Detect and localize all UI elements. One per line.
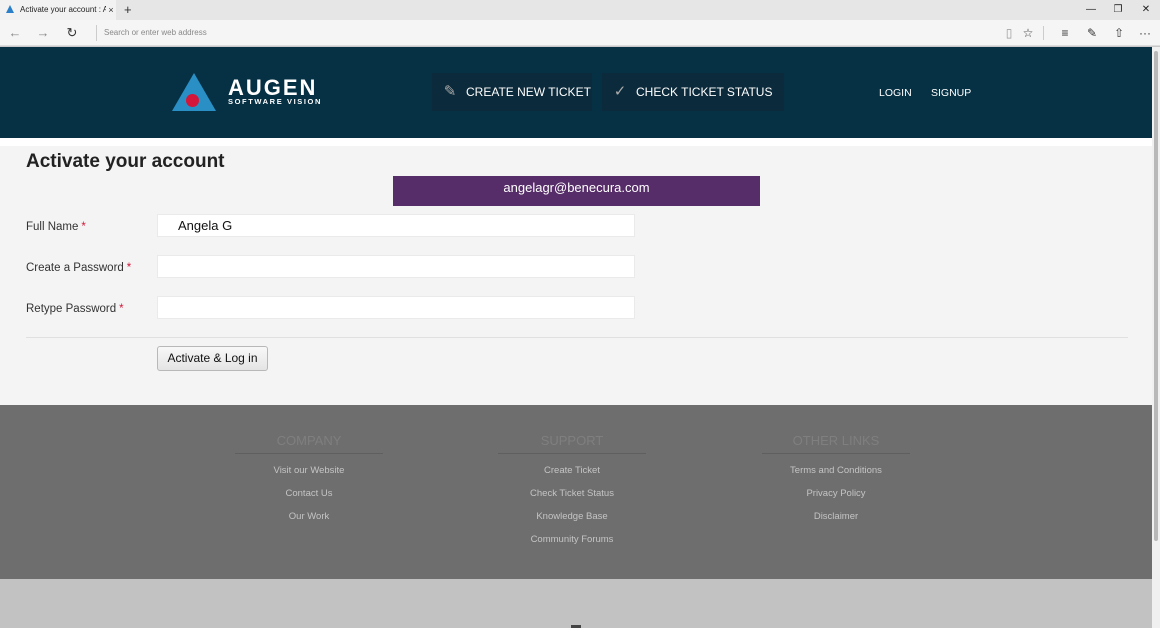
activate-login-button[interactable]: Activate & Log in	[157, 346, 268, 371]
required-mark: *	[126, 262, 132, 274]
pencil-icon: ✎	[443, 83, 457, 100]
footer-column-title: SUPPORT	[498, 433, 646, 454]
retype-password-input[interactable]	[157, 296, 635, 319]
required-mark: *	[119, 303, 124, 315]
share-icon[interactable]: ⇧	[1108, 20, 1130, 46]
footer-link[interactable]: Check Ticket Status	[498, 488, 646, 500]
retype-password-label-text: Retype Password	[26, 303, 117, 315]
create-password-input[interactable]	[157, 255, 635, 278]
footer-column-other-links: OTHER LINKS Terms and Conditions Privacy…	[762, 433, 910, 523]
forward-icon[interactable]: →	[30, 20, 56, 46]
footer-link[interactable]: Contact Us	[235, 488, 383, 500]
create-password-label-text: Create a Password	[26, 262, 124, 274]
close-window-icon[interactable]: ✕	[1132, 0, 1160, 20]
footer-link[interactable]: Terms and Conditions	[762, 465, 910, 477]
favorite-star-icon[interactable]: ☆	[1017, 20, 1039, 46]
email-banner: angelagr@benecura.com	[393, 176, 760, 206]
footer-link[interactable]: Privacy Policy	[762, 488, 910, 500]
address-separator	[96, 25, 97, 41]
page-bottom-area	[0, 579, 1152, 628]
page-title: Activate your account	[26, 151, 225, 172]
logo-dot-icon	[186, 94, 199, 107]
footer-link[interactable]: Disclaimer	[762, 511, 910, 523]
address-input[interactable]: Search or enter web address	[104, 26, 207, 40]
full-name-input[interactable]: Angela G	[157, 214, 635, 237]
create-ticket-label: CREATE NEW TICKET	[466, 85, 591, 99]
footer-column-company: COMPANY Visit our Website Contact Us Our…	[235, 433, 383, 523]
retype-password-label: Retype Password *	[26, 302, 124, 316]
create-password-label: Create a Password *	[26, 261, 131, 275]
footer-link[interactable]: Create Ticket	[498, 465, 646, 477]
footer-column-title: OTHER LINKS	[762, 433, 910, 454]
check-icon: ✓	[613, 83, 627, 100]
new-tab-icon[interactable]: +	[124, 0, 132, 19]
create-ticket-button[interactable]: ✎ CREATE NEW TICKET	[432, 73, 592, 111]
hub-icon[interactable]: ≡	[1054, 20, 1076, 46]
logo-tagline: SOFTWARE VISION	[228, 97, 323, 106]
restore-icon[interactable]: ❐	[1104, 0, 1132, 20]
footer-link[interactable]: Knowledge Base	[498, 511, 646, 523]
login-link[interactable]: LOGIN	[879, 87, 912, 99]
tab-title: Activate your account : A	[20, 5, 109, 14]
scrollbar-thumb[interactable]	[1154, 51, 1158, 541]
browser-tab-bar: Activate your account : A × + — ❐ ✕	[0, 0, 1160, 20]
footer-column-title: COMPANY	[235, 433, 383, 454]
full-name-label: Full Name *	[26, 220, 86, 234]
header-strip	[0, 138, 1152, 146]
toolbar-separator	[1043, 26, 1044, 40]
logo-wordmark: AUGEN	[228, 75, 318, 100]
back-icon[interactable]: ←	[2, 20, 28, 46]
page-scrollbar[interactable]	[1152, 47, 1160, 628]
site-header: AUGEN SOFTWARE VISION ✎ CREATE NEW TICKE…	[0, 47, 1152, 138]
signup-link[interactable]: SIGNUP	[931, 87, 971, 99]
refresh-icon[interactable]: ↻	[59, 20, 85, 46]
tab-close-icon[interactable]: ×	[106, 0, 116, 20]
address-bar: ← → ↻ Search or enter web address ▯ ☆ ≡ …	[0, 20, 1160, 46]
check-ticket-status-button[interactable]: ✓ CHECK TICKET STATUS	[602, 73, 784, 111]
footer-link[interactable]: Visit our Website	[235, 465, 383, 477]
full-name-label-text: Full Name	[26, 221, 79, 233]
minimize-icon[interactable]: —	[1077, 0, 1105, 20]
browser-tab[interactable]: Activate your account : A	[0, 0, 116, 20]
activation-form: Activate your account angelagr@benecura.…	[0, 146, 1152, 405]
web-note-icon[interactable]: ✎	[1081, 20, 1103, 46]
footer-column-support: SUPPORT Create Ticket Check Ticket Statu…	[498, 433, 646, 546]
site-footer: COMPANY Visit our Website Contact Us Our…	[0, 405, 1152, 579]
footer-link[interactable]: Community Forums	[498, 534, 646, 546]
form-divider	[26, 337, 1128, 338]
more-icon[interactable]: ···	[1134, 20, 1156, 46]
site-favicon-icon	[6, 5, 14, 13]
required-mark: *	[81, 221, 86, 233]
footer-link[interactable]: Our Work	[235, 511, 383, 523]
check-status-label: CHECK TICKET STATUS	[636, 85, 773, 99]
